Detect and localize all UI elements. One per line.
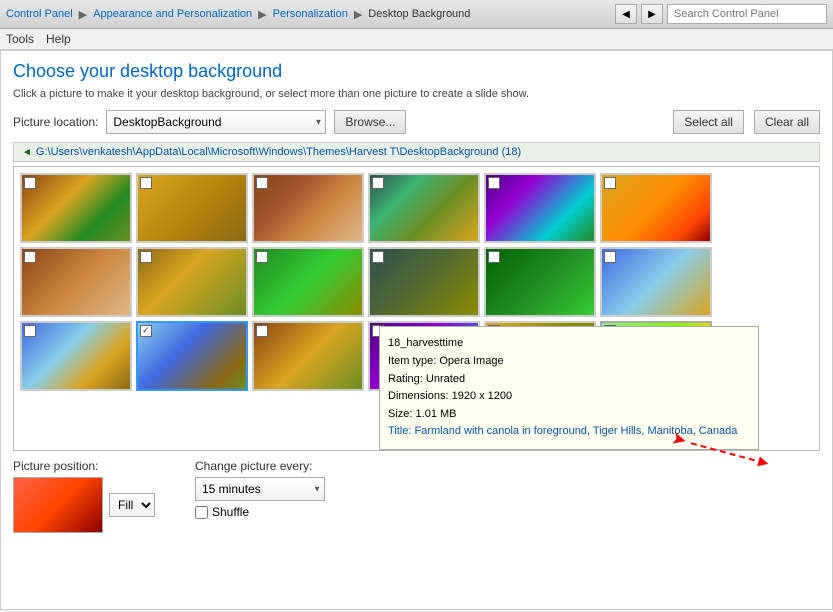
change-picture-label: Change picture every: [195, 459, 325, 473]
image-thumb-7[interactable] [20, 247, 132, 317]
images-wrapper: 18_harvesttime Item type: Opera Image Ra… [13, 166, 820, 451]
picture-position-label: Picture position: [13, 459, 155, 473]
change-select-wrapper: 15 minutes [195, 477, 325, 501]
shuffle-row: Shuffle [195, 505, 325, 519]
position-row: Fill [13, 477, 155, 533]
breadcrumb-appearance[interactable]: Appearance and Personalization [93, 8, 252, 20]
breadcrumb-current: Desktop Background [368, 8, 470, 20]
bottom-controls: Picture position: Fill Change picture ev… [13, 451, 820, 533]
page-title: Choose your desktop background [13, 61, 820, 82]
shuffle-checkbox[interactable] [195, 506, 208, 519]
location-select[interactable]: DesktopBackground [106, 110, 326, 134]
image-thumb-5[interactable] [484, 173, 596, 243]
check-7[interactable] [24, 251, 36, 263]
tooltip-dimensions: Dimensions: 1920 x 1200 [388, 388, 750, 406]
check-1[interactable] [24, 177, 36, 189]
forward-button[interactable]: ▶ [641, 4, 663, 24]
images-container[interactable]: 18_harvesttime Item type: Opera Image Ra… [13, 166, 820, 451]
image-thumb-14[interactable] [252, 321, 364, 391]
check-6[interactable] [604, 177, 616, 189]
image-thumb-12[interactable] [600, 247, 712, 317]
check-9[interactable] [256, 251, 268, 263]
check-4[interactable] [372, 177, 384, 189]
shuffle-label: Shuffle [212, 505, 249, 519]
menu-tools[interactable]: Tools [6, 32, 34, 46]
position-select[interactable]: Fill [109, 493, 155, 517]
image-thumb-11[interactable] [484, 247, 596, 317]
clear-all-button[interactable]: Clear all [754, 110, 820, 134]
image-thumb-10[interactable] [368, 247, 480, 317]
tooltip-item-type: Item type: Opera Image [388, 353, 750, 371]
check-12[interactable] [604, 251, 616, 263]
position-preview [13, 477, 103, 533]
image-thumb-13[interactable] [20, 321, 132, 391]
image-thumb-9[interactable] [252, 247, 364, 317]
path-bar: ◄ G:\Users\venkatesh\AppData\Local\Micro… [13, 142, 820, 162]
image-thumb-4[interactable] [368, 173, 480, 243]
breadcrumb-personalization[interactable]: Personalization [273, 8, 348, 20]
menu-help[interactable]: Help [46, 32, 71, 46]
image-thumb-8[interactable] [136, 247, 248, 317]
image-thumb-17[interactable] [136, 321, 248, 391]
check-3[interactable] [256, 177, 268, 189]
tooltip-filename: 18_harvesttime [388, 335, 750, 353]
change-row: 15 minutes [195, 477, 325, 501]
location-label: Picture location: [13, 115, 98, 129]
image-thumb-2[interactable] [136, 173, 248, 243]
check-13[interactable] [24, 325, 36, 337]
check-10[interactable] [372, 251, 384, 263]
subtitle: Click a picture to make it your desktop … [13, 88, 820, 100]
path-arrow-icon: ◄ [22, 147, 32, 158]
menu-bar: Tools Help [0, 29, 833, 50]
tooltip-size: Size: 1.01 MB [388, 406, 750, 424]
check-14[interactable] [256, 325, 268, 337]
select-all-button[interactable]: Select all [673, 110, 744, 134]
check-11[interactable] [488, 251, 500, 263]
breadcrumb-control-panel[interactable]: Control Panel [6, 8, 73, 20]
title-bar-right: ◀ ▶ [615, 4, 827, 24]
check-17[interactable] [140, 325, 152, 337]
image-tooltip: 18_harvesttime Item type: Opera Image Ra… [379, 326, 759, 450]
location-select-wrapper: DesktopBackground [106, 110, 326, 134]
main-content: Choose your desktop background Click a p… [0, 50, 833, 610]
path-text: G:\Users\venkatesh\AppData\Local\Microso… [36, 146, 521, 158]
image-thumb-1[interactable] [20, 173, 132, 243]
browse-button[interactable]: Browse... [334, 110, 406, 134]
change-interval-select[interactable]: 15 minutes [195, 477, 325, 501]
change-picture-section: Change picture every: 15 minutes Shuffle [195, 459, 325, 519]
picture-position-section: Picture position: Fill [13, 459, 155, 533]
tooltip-rating: Rating: Unrated [388, 371, 750, 389]
check-5[interactable] [488, 177, 500, 189]
check-8[interactable] [140, 251, 152, 263]
image-thumb-6[interactable] [600, 173, 712, 243]
location-row: Picture location: DesktopBackground Brow… [13, 110, 820, 134]
check-2[interactable] [140, 177, 152, 189]
search-input[interactable] [667, 4, 827, 24]
title-bar: Control Panel ▶ Appearance and Personali… [0, 0, 833, 29]
back-button[interactable]: ◀ [615, 4, 637, 24]
image-thumb-3[interactable] [252, 173, 364, 243]
